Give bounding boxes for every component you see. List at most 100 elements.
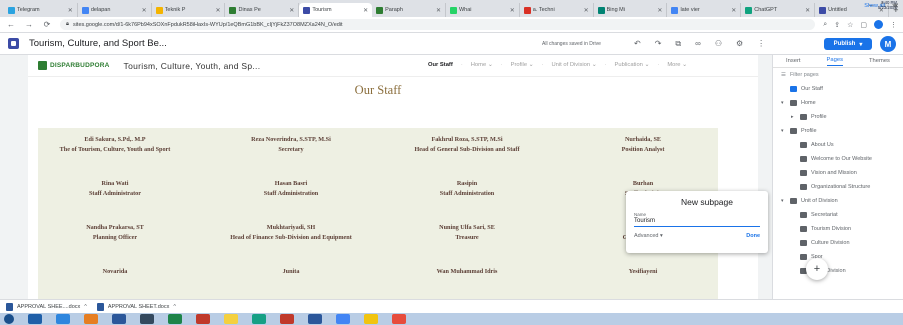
- close-tab-icon[interactable]: ✕: [142, 7, 147, 14]
- advanced-toggle[interactable]: Advanced ▾: [634, 233, 663, 239]
- site-menu-item[interactable]: Our Staff: [428, 62, 453, 68]
- staff-card[interactable]: Wan Muhammad Idris: [392, 268, 542, 275]
- page-tree-item[interactable]: Vision and Mission: [773, 166, 903, 180]
- browser-profile-icon[interactable]: [874, 20, 883, 29]
- taskbar-app-icon[interactable]: [392, 314, 406, 324]
- site-title[interactable]: Tourism, Culture, Youth, and Sp...: [124, 61, 261, 71]
- taskbar-app-icon[interactable]: [280, 314, 294, 324]
- staff-card[interactable]: Edi Sakura, S.Pd,. M.P The of Tourism, Cu…: [40, 136, 190, 154]
- browser-tab[interactable]: Bing Mi ✕: [594, 3, 668, 17]
- site-menu-item[interactable]: Unit of Division ⌄: [551, 62, 596, 68]
- staff-card[interactable]: Junita: [216, 268, 366, 275]
- site-menu-item[interactable]: Publication ⌄: [615, 62, 650, 68]
- staff-card[interactable]: Yesifiayeni: [568, 268, 718, 275]
- close-tab-icon[interactable]: ✕: [657, 7, 662, 14]
- browser-tab[interactable]: Tourism ✕: [299, 3, 373, 17]
- taskbar-app-icon[interactable]: [140, 314, 154, 324]
- site-menu-item[interactable]: Profile ⌄: [511, 62, 534, 68]
- taskbar-app-icon[interactable]: [84, 314, 98, 324]
- copy-link-icon[interactable]: ∞: [695, 39, 701, 49]
- close-tab-icon[interactable]: ✕: [363, 7, 368, 14]
- browser-tab[interactable]: delapan ✕: [78, 3, 152, 17]
- settings-gear-icon[interactable]: ⚙: [736, 39, 743, 49]
- browser-tab[interactable]: Teknik P ✕: [152, 3, 226, 17]
- taskbar-app-icon[interactable]: [112, 314, 126, 324]
- preview-icon[interactable]: ⧉: [675, 39, 681, 49]
- panel-tab[interactable]: Insert: [786, 58, 801, 64]
- browser-tab[interactable]: Paraph ✕: [372, 3, 446, 17]
- staff-card[interactable]: Rina Wati Staff Administrator: [40, 180, 190, 198]
- system-clock[interactable]: 3:40 PM 5/23/2024: [878, 0, 897, 10]
- close-tab-icon[interactable]: ✕: [215, 7, 220, 14]
- reload-icon[interactable]: ⟳: [42, 20, 52, 29]
- browser-menu-icon[interactable]: ⋮: [890, 21, 897, 29]
- close-tab-icon[interactable]: ✕: [510, 7, 515, 14]
- download-item[interactable]: APPROVAL SHEE....docx ^: [6, 302, 87, 311]
- avatar[interactable]: M: [880, 36, 896, 52]
- browser-tab[interactable]: a. Techni ✕: [520, 3, 594, 17]
- chevron-up-icon[interactable]: ^: [173, 304, 176, 310]
- undo-icon[interactable]: ↶: [634, 39, 641, 49]
- browser-tab[interactable]: Whai ✕: [446, 3, 520, 17]
- download-item[interactable]: APPROVAL SHEET.docx ^: [96, 302, 176, 311]
- staff-card[interactable]: Rasipin Staff Administration: [392, 180, 542, 198]
- page-tree-item[interactable]: ▸ Profile: [773, 110, 903, 124]
- expand-chevron-icon[interactable]: ▾: [781, 100, 786, 106]
- done-button[interactable]: Done: [746, 233, 760, 239]
- url-input[interactable]: 🔒︎ sites.google.com/d/1-6k76Pb94xSOXnFpd…: [60, 19, 816, 30]
- close-tab-icon[interactable]: ✕: [289, 7, 294, 14]
- site-menu-item[interactable]: Home ⌄: [471, 62, 493, 68]
- taskbar-app-icon[interactable]: [336, 314, 350, 324]
- close-tab-icon[interactable]: ✕: [731, 7, 736, 14]
- expand-chevron-icon[interactable]: ▾: [781, 198, 786, 204]
- staff-card[interactable]: Novarida: [40, 268, 190, 275]
- staff-card[interactable]: Nurhaida, SE Position Analyst: [568, 136, 718, 154]
- taskbar-app-icon[interactable]: [252, 314, 266, 324]
- taskbar-app-icon[interactable]: [224, 314, 238, 324]
- browser-tab[interactable]: Dinas Pe ✕: [225, 3, 300, 17]
- page-tree-item[interactable]: Youth Division: [773, 264, 903, 278]
- site-logo[interactable]: DISPARBUDPORA: [38, 61, 110, 70]
- sidebar-icon[interactable]: ▢: [860, 21, 867, 29]
- staff-card[interactable]: Nandha Prakarsa, ST Planning Officer: [40, 224, 190, 242]
- staff-card[interactable]: Fakhrul Roza, S.STP, M.Si Head of General…: [392, 136, 542, 154]
- zoom-icon[interactable]: ⌕: [823, 21, 827, 29]
- page-tree-item[interactable]: Tourism Division: [773, 222, 903, 236]
- page-tree-item[interactable]: ▾ Home: [773, 96, 903, 110]
- panel-tab[interactable]: Themes: [869, 58, 890, 64]
- close-tab-icon[interactable]: ✕: [68, 7, 73, 14]
- publish-button[interactable]: Publish ▾: [824, 38, 872, 50]
- taskbar-app-icon[interactable]: [364, 314, 378, 324]
- close-tab-icon[interactable]: ✕: [805, 7, 810, 14]
- page-tree-item[interactable]: Spor: [773, 250, 903, 264]
- forward-icon[interactable]: →: [24, 20, 34, 29]
- taskbar-app-icon[interactable]: [168, 314, 182, 324]
- staff-card[interactable]: Reza Noverindra, S.STP, M.Si Secretary: [216, 136, 366, 154]
- staff-card[interactable]: Hasan Basri Staff Administration: [216, 180, 366, 198]
- subpage-name-input[interactable]: Tourism: [634, 218, 760, 227]
- browser-tab[interactable]: ChatGPT ✕: [741, 3, 816, 17]
- staff-card[interactable]: Mukhtariyadi, SH Head of Finance Sub-Divi…: [216, 224, 366, 242]
- page-tree-item[interactable]: Our Staff: [773, 82, 903, 96]
- browser-tab[interactable]: late vier ✕: [667, 3, 742, 17]
- taskbar-app-icon[interactable]: [28, 314, 42, 324]
- expand-chevron-icon[interactable]: ▾: [781, 128, 786, 134]
- expand-chevron-icon[interactable]: ▸: [791, 114, 796, 120]
- filter-pages-input[interactable]: ☰ Filter pages: [773, 68, 903, 82]
- add-page-button[interactable]: +: [806, 258, 828, 280]
- staff-section[interactable]: Edi Sakura, S.Pd,. M.P The of Tourism, Cu…: [38, 128, 718, 299]
- redo-icon[interactable]: ↷: [655, 39, 662, 49]
- taskbar-app-icon[interactable]: [56, 314, 70, 324]
- page-title[interactable]: Our Staff: [28, 83, 728, 98]
- chevron-down-icon[interactable]: ▾: [859, 41, 862, 48]
- chevron-up-icon[interactable]: ^: [84, 304, 87, 310]
- taskbar-app-icon[interactable]: [196, 314, 210, 324]
- start-button[interactable]: [4, 314, 14, 324]
- page-tree-item[interactable]: Secretariat: [773, 208, 903, 222]
- page-tree-item[interactable]: ▾ Profile: [773, 124, 903, 138]
- page-tree-item[interactable]: Welcome to Our Website: [773, 152, 903, 166]
- site-menu-item[interactable]: More ⌄: [667, 62, 687, 68]
- page-tree-item[interactable]: Organizational Structure: [773, 180, 903, 194]
- browser-tab[interactable]: Telegram ✕: [4, 3, 78, 17]
- site-canvas[interactable]: DISPARBUDPORA Tourism, Culture, Youth, a…: [28, 55, 758, 299]
